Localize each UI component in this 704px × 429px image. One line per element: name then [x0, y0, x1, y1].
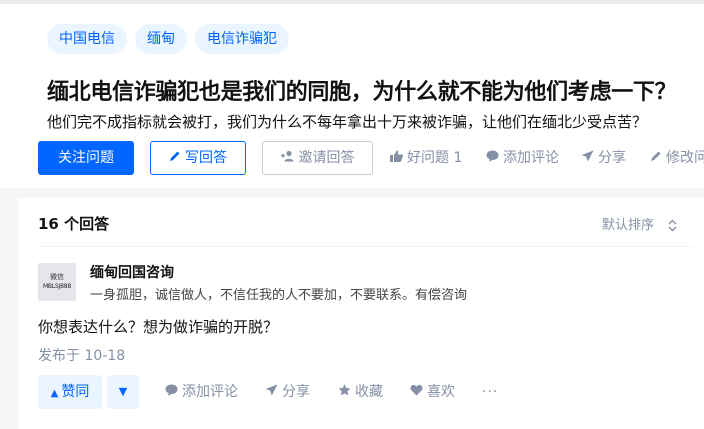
share-button[interactable]: 分享: [581, 141, 626, 175]
upvote-label: 赞同: [61, 384, 90, 400]
upvote-button[interactable]: ▲ 赞同: [38, 375, 102, 409]
question-header-card: 中国电信 缅甸 电信诈骗犯 缅北电信诈骗犯也是我们的同胞，为什么就不能为他们考虑…: [0, 0, 704, 188]
answer-count: 16 个回答: [38, 215, 110, 233]
heart-icon: [410, 376, 423, 410]
avatar-text: MBLSJ888: [42, 283, 72, 290]
star-icon: [338, 376, 351, 410]
question-detail: 他们完不成指标就会被打，我们为什么不每年拿出十万来被诈骗，让他们在缅北少受点苦？: [47, 113, 648, 131]
follow-question-button[interactable]: 关注问题: [38, 141, 134, 175]
add-user-icon: [280, 143, 295, 175]
answer-actions: ▲ 赞同 ▼ 添加评论 分享 收藏 喜欢 ···: [38, 375, 698, 409]
question-actions: 关注问题 写回答 邀请回答 好问题 1 添加评论 分享 修改问: [38, 141, 704, 175]
invite-answer-label: 邀请回答: [298, 150, 355, 166]
topic-tag[interactable]: 缅甸: [135, 24, 187, 54]
divider: [38, 246, 692, 247]
invite-answer-button[interactable]: 邀请回答: [262, 141, 373, 175]
sort-label: 默认排序: [602, 218, 655, 233]
add-comment-label: 添加评论: [503, 150, 559, 166]
thumbs-up-icon: [390, 142, 403, 176]
author-name[interactable]: 缅甸回国咨询: [90, 262, 174, 282]
topic-tag[interactable]: 中国电信: [47, 24, 127, 54]
share-label: 分享: [282, 384, 310, 400]
author-bio: 一身孤胆，诚信做人，不信任我的人不要加，不要联系。有偿咨询: [90, 288, 468, 303]
topic-tag[interactable]: 电信诈骗犯: [195, 24, 289, 54]
publish-date[interactable]: 发布于 10-18: [38, 345, 125, 365]
good-question-button[interactable]: 好问题 1: [390, 141, 462, 175]
comment-icon: [486, 142, 499, 176]
write-answer-button[interactable]: 写回答: [150, 141, 246, 175]
share-icon: [581, 142, 594, 176]
triangle-down-icon: ▼: [118, 385, 128, 398]
pencil-icon: [169, 143, 181, 175]
sort-chevron-icon: [668, 219, 677, 233]
triangle-up-icon: ▲: [50, 388, 59, 399]
add-comment-label: 添加评论: [182, 384, 238, 400]
avatar-text: 微信: [50, 273, 64, 281]
collect-label: 收藏: [355, 384, 383, 400]
avatar[interactable]: 微信 MBLSJ888: [38, 263, 76, 301]
share-label: 分享: [598, 150, 626, 166]
topic-tags: 中国电信 缅甸 电信诈骗犯: [47, 24, 289, 54]
edit-question-button[interactable]: 修改问题: [650, 141, 704, 175]
collect-button[interactable]: 收藏: [338, 375, 383, 409]
question-title: 缅北电信诈骗犯也是我们的同胞，为什么就不能为他们考虑一下？: [47, 80, 677, 105]
downvote-button[interactable]: ▼: [107, 375, 139, 409]
follow-question-label: 关注问题: [58, 150, 114, 166]
share-button[interactable]: 分享: [265, 375, 310, 409]
like-label: 喜欢: [427, 384, 455, 400]
more-label: ···: [482, 384, 499, 400]
edit-question-label: 修改问题: [666, 150, 704, 166]
write-answer-label: 写回答: [185, 150, 227, 166]
comment-icon: [165, 376, 178, 410]
pencil-icon: [650, 142, 662, 176]
answer-content: 你想表达什么？想为做诈骗的开脱？: [38, 318, 279, 336]
add-comment-button[interactable]: 添加评论: [165, 375, 238, 409]
more-options-button[interactable]: ···: [482, 375, 498, 409]
sort-dropdown[interactable]: 默认排序: [602, 214, 677, 233]
share-icon: [265, 376, 278, 410]
good-question-label: 好问题 1: [407, 150, 463, 166]
add-comment-button[interactable]: 添加评论: [486, 141, 559, 175]
like-button[interactable]: 喜欢: [410, 375, 455, 409]
answers-card: 16 个回答 默认排序 微信 MBLSJ888 缅甸回国咨询 一身孤胆，诚信做人…: [18, 198, 704, 429]
